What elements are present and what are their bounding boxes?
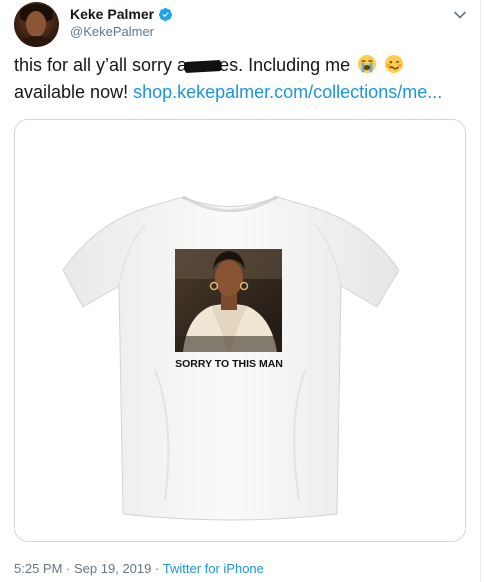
woozy-face-emoji-icon [385, 55, 404, 73]
loudly-crying-face-emoji-icon [358, 55, 377, 73]
tweet-container: Keke Palmer @KekePalmer this for all y’a… [0, 0, 484, 582]
column-divider [480, 0, 481, 582]
redaction-mark [184, 59, 222, 73]
footer-separator: · [155, 561, 160, 576]
tweet-text-line-2: available now! shop.kekepalmer.com/colle… [14, 79, 474, 106]
shirt-caption: SORRY TO THIS MAN [175, 358, 283, 370]
footer-separator: · [66, 561, 71, 576]
tweet-source-link[interactable]: Twitter for iPhone [163, 561, 264, 576]
tweet-date[interactable]: Sep 19, 2019 [74, 561, 151, 576]
avatar-face [26, 11, 46, 37]
user-handle[interactable]: @KekePalmer [70, 24, 154, 39]
tweet-text-part: es. Including me [219, 55, 351, 75]
name-row[interactable]: Keke Palmer [70, 6, 173, 22]
tshirt-image: SORRY TO THIS MAN [15, 120, 465, 541]
tweet-text-part: available now! [14, 82, 134, 102]
tweet-text: this for all y’all sorry a es. Including … [14, 52, 474, 106]
media-image[interactable]: SORRY TO THIS MAN [14, 119, 466, 542]
tweet-footer: 5:25 PM · Sep 19, 2019 · Twitter for iPh… [14, 561, 264, 576]
printed-photo [175, 249, 282, 352]
display-name[interactable]: Keke Palmer [70, 6, 154, 22]
chevron-down-icon[interactable] [453, 8, 467, 22]
verified-badge-icon [158, 7, 173, 21]
tweet-text-line-1: this for all y’all sorry a es. Including … [14, 52, 474, 79]
shop-link[interactable]: shop.kekepalmer.com/collections/me... [133, 82, 442, 102]
avatar-shoulder [18, 36, 56, 47]
tweet-time[interactable]: 5:25 PM [14, 561, 62, 576]
avatar[interactable] [14, 2, 59, 47]
tweet-text-part: this for all y’all sorry a [14, 55, 188, 75]
